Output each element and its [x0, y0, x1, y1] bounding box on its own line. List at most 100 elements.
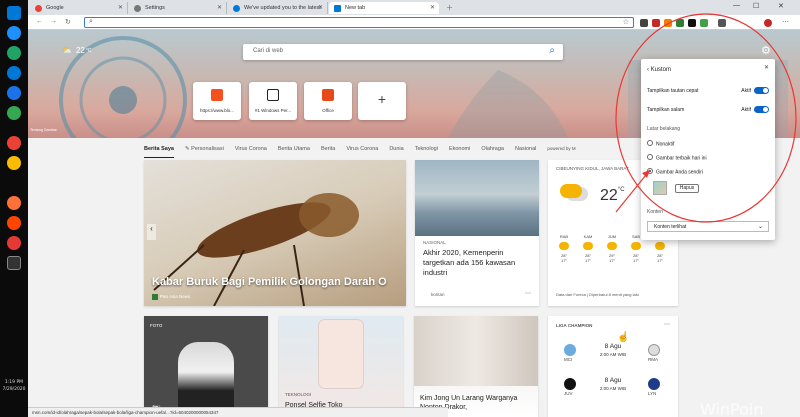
- sun-cloud-icon: [607, 242, 617, 250]
- main-story-card[interactable]: ‹ Kabar Buruk Bagi Pemilik Golongan Dara…: [144, 160, 406, 306]
- match-row[interactable]: MCI 8 Agu 2:00 AM WIB RMA: [548, 340, 678, 368]
- search-icon[interactable]: ⌕: [549, 45, 555, 56]
- radio-option-off[interactable]: Nonaktif: [647, 140, 769, 147]
- content-dropdown[interactable]: Konten terlihat ⌄: [647, 221, 769, 232]
- search-icon[interactable]: [7, 26, 21, 40]
- story-card-tech[interactable]: TEKNOLOGI Ponsel Selfie Toko: [279, 316, 403, 417]
- search-input[interactable]: Cari di web ⌕: [243, 44, 563, 60]
- opera-icon[interactable]: [7, 236, 21, 250]
- match-row[interactable]: JUV 8 Agu 2:00 AM WIB LYN: [548, 374, 678, 402]
- category-nav: Berita Saya ✎ Personalisasi Virus Corona…: [144, 146, 576, 158]
- window-close-button[interactable]: ✕: [778, 2, 784, 10]
- taskbar-clock-date[interactable]: 7/29/2020: [1, 387, 27, 392]
- tab-personalisasi[interactable]: ✎ Personalisasi: [185, 146, 224, 158]
- tab-ekonomi[interactable]: Ekonomi: [449, 146, 470, 158]
- person-photo: [178, 342, 234, 417]
- tab-olahraga[interactable]: Olahraga: [481, 146, 504, 158]
- more-options-icon[interactable]: ⋯: [664, 321, 670, 328]
- page-settings-button[interactable]: ⚙: [761, 44, 771, 57]
- forecast-day: KAM 28° 17°: [583, 234, 593, 263]
- forward-icon[interactable]: →: [50, 18, 57, 25]
- chrome-icon[interactable]: [7, 136, 21, 150]
- weather-credit: Data dari Foreca | Diperbarui 8 menit ya…: [556, 292, 639, 297]
- tab-label: We've updated you to the latest: [244, 5, 321, 11]
- tab-new-tab[interactable]: New tab ✕: [329, 2, 439, 14]
- panel-title: ‹ Kustom: [647, 67, 672, 73]
- address-bar[interactable]: ⌕ ☆: [84, 17, 634, 28]
- story-card-kim[interactable]: Kim Jong Un Larang Warganya Nonton Drako…: [414, 316, 538, 417]
- start-icon[interactable]: [7, 6, 21, 20]
- extension-icon[interactable]: [640, 19, 648, 27]
- tab-nasional[interactable]: Nasional: [515, 146, 536, 158]
- edge-icon[interactable]: [7, 46, 21, 60]
- tab-virus-corona[interactable]: Virus Corona: [235, 146, 267, 158]
- story-card-industry[interactable]: NASIONAL Akhir 2020, Kemenperin targetka…: [415, 160, 539, 306]
- firefox-icon[interactable]: [7, 196, 21, 210]
- terminal-icon[interactable]: [7, 256, 21, 270]
- close-icon[interactable]: ✕: [318, 4, 323, 11]
- edge-canary-icon[interactable]: [7, 106, 21, 120]
- close-icon[interactable]: ✕: [118, 4, 123, 11]
- tab-berita-utama[interactable]: Berita Utama: [278, 146, 310, 158]
- back-icon[interactable]: ←: [36, 18, 43, 25]
- close-icon[interactable]: ✕: [217, 4, 222, 11]
- sun-cloud-icon: [559, 242, 569, 250]
- avatar[interactable]: [764, 19, 772, 27]
- toolbar: ← → ↻ ⌕ ☆ ⋯: [28, 15, 800, 30]
- tab-berita[interactable]: Berita: [321, 146, 335, 158]
- tab-google[interactable]: Google ✕: [30, 2, 128, 14]
- tab-settings[interactable]: Settings ✕: [129, 2, 227, 14]
- radio-icon: [647, 140, 653, 146]
- greeting-toggle[interactable]: [754, 106, 769, 113]
- tab-updated[interactable]: We've updated you to the latest ✕: [228, 2, 328, 14]
- quick-link-blogger[interactable]: https://www.blo...: [193, 82, 241, 120]
- maximize-button[interactable]: ☐: [753, 2, 759, 10]
- taskbar-clock-time[interactable]: 1:19 PM: [1, 380, 27, 385]
- collections-icon[interactable]: [718, 19, 726, 27]
- firefox-nightly-icon[interactable]: [7, 216, 21, 230]
- extension-icon[interactable]: [676, 19, 684, 27]
- star-icon[interactable]: ☆: [623, 18, 629, 26]
- tab-teknologi[interactable]: Teknologi: [415, 146, 438, 158]
- minimize-button[interactable]: —: [733, 2, 740, 9]
- extension-icon[interactable]: [700, 19, 708, 27]
- tab-dunia[interactable]: Dunia: [389, 146, 403, 158]
- radio-option-best[interactable]: Gambar terbaik hari ini: [647, 154, 769, 161]
- quick-link-label: Office: [322, 108, 334, 113]
- match-date: 8 Agu: [604, 343, 622, 350]
- photo-credit-link[interactable]: Tentang Gambar: [30, 128, 57, 132]
- toggle-row-greeting: Tampilkan salam Aktif: [647, 106, 769, 113]
- toggle-state: Aktif: [741, 107, 751, 113]
- edge-dev-icon[interactable]: [7, 86, 21, 100]
- story-card-photo[interactable]: FOTO 📷: [144, 316, 268, 417]
- windows-taskbar: 1:19 PM 7/29/2020: [0, 0, 28, 417]
- quick-link-office[interactable]: Office: [304, 82, 352, 120]
- remove-button[interactable]: Hapus: [675, 184, 699, 193]
- custom-image-thumbnail: [653, 181, 667, 195]
- extension-icon[interactable]: [652, 19, 660, 27]
- quick-link-label: #1 Windows Per...: [254, 108, 292, 113]
- tab-virus-corona-2[interactable]: Virus Corona: [346, 146, 378, 158]
- chrome-beta-icon[interactable]: [7, 156, 21, 170]
- close-icon[interactable]: ✕: [764, 64, 769, 71]
- refresh-icon[interactable]: ↻: [65, 18, 71, 26]
- new-tab-button[interactable]: ＋: [446, 3, 453, 13]
- more-menu-icon[interactable]: ⋯: [782, 18, 789, 26]
- extension-icon[interactable]: [688, 19, 696, 27]
- edge-beta-icon[interactable]: [7, 66, 21, 80]
- add-quick-link-button[interactable]: +: [358, 82, 406, 120]
- quick-link-windows[interactable]: #1 Windows Per...: [249, 82, 297, 120]
- close-icon[interactable]: ✕: [430, 4, 435, 11]
- chevron-left-icon[interactable]: ‹: [147, 224, 156, 240]
- new-tab-icon: [334, 5, 341, 12]
- toggle-label: Tampilkan tautan cepat: [647, 88, 699, 94]
- tab-berita-saya[interactable]: Berita Saya: [144, 146, 174, 158]
- champions-league-card[interactable]: LIGA CHAMPION ⋯ MCI 8 Agu 2:00 AM WIB RM…: [548, 316, 678, 417]
- hero-weather[interactable]: ⛅ 22 °C: [62, 46, 92, 55]
- toggle-label: Tampilkan salam: [647, 107, 685, 113]
- extension-icon[interactable]: [664, 19, 672, 27]
- quick-links-toggle[interactable]: [754, 87, 769, 94]
- back-icon[interactable]: ‹: [647, 67, 649, 73]
- more-options-icon[interactable]: ⋯: [525, 290, 531, 297]
- radio-option-own[interactable]: Gambar Anda sendiri: [647, 168, 769, 175]
